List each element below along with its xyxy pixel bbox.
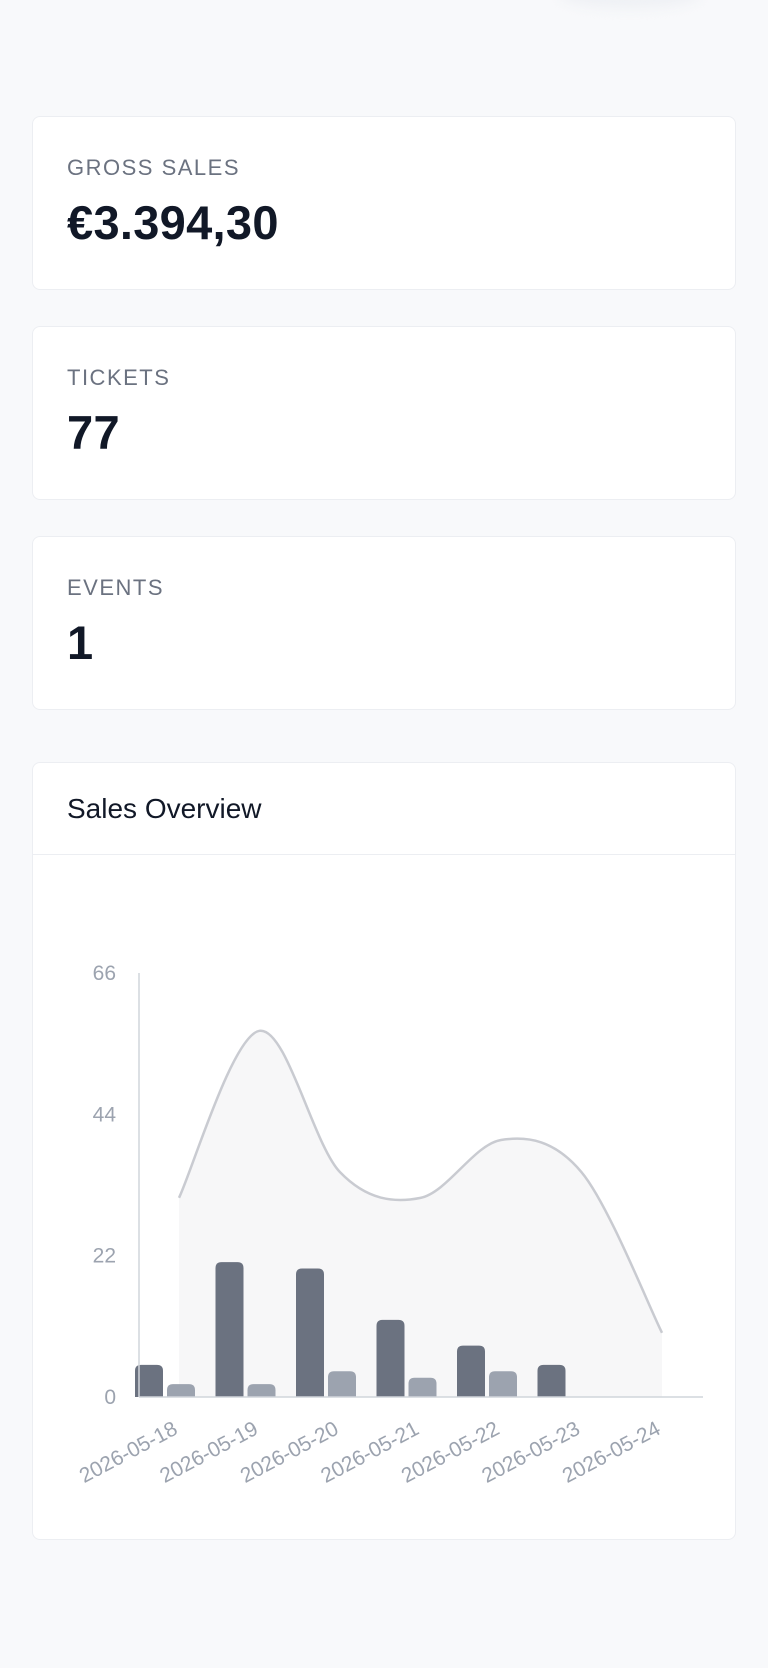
sales-overview-card: Sales Overview 0 22 44 66 2026-05-18 2026-05-… [32,762,736,1540]
bar-series2-2026-05-22 [489,1371,517,1397]
sales-overview-chart: 02244662026-05-182026-05-192026-05-20202… [76,962,703,1488]
gross-sales-card: GROSS SALES €3.394,30 [32,116,736,290]
y-tick-label-66: 66 [93,962,116,985]
tickets-value: 77 [67,406,120,459]
bar-series1-2026-05-22 [457,1345,485,1397]
gross-sales-label: GROSS SALES [67,155,241,180]
tickets-label: TICKETS [67,365,171,390]
bar-series1-2026-05-20 [296,1268,324,1397]
y-tick-label-0: 0 [104,1386,116,1409]
bar-series2-2026-05-20 [328,1371,356,1397]
bar-series2-2026-05-19 [247,1384,276,1397]
area-series-fill [179,1030,662,1397]
top-shadow-decoration [560,0,700,8]
bar-series1-2026-05-23 [537,1364,566,1397]
events-label: EVENTS [67,575,165,600]
y-tick-label-44: 44 [93,1103,117,1126]
gross-sales-value: €3.394,30 [67,196,279,249]
tickets-card: TICKETS 77 [32,326,736,500]
y-tick-label-22: 22 [93,1245,116,1268]
bar-series2-2026-05-21 [408,1377,437,1397]
events-card: EVENTS 1 [32,536,736,710]
dashboard-page: GROSS SALES €3.394,30 TICKETS 77 EVENTS … [0,0,768,1668]
events-value: 1 [67,616,94,669]
bar-series1-2026-05-21 [376,1319,405,1397]
bar-series1-2026-05-19 [215,1262,244,1397]
bar-series2-2026-05-18 [167,1384,195,1397]
